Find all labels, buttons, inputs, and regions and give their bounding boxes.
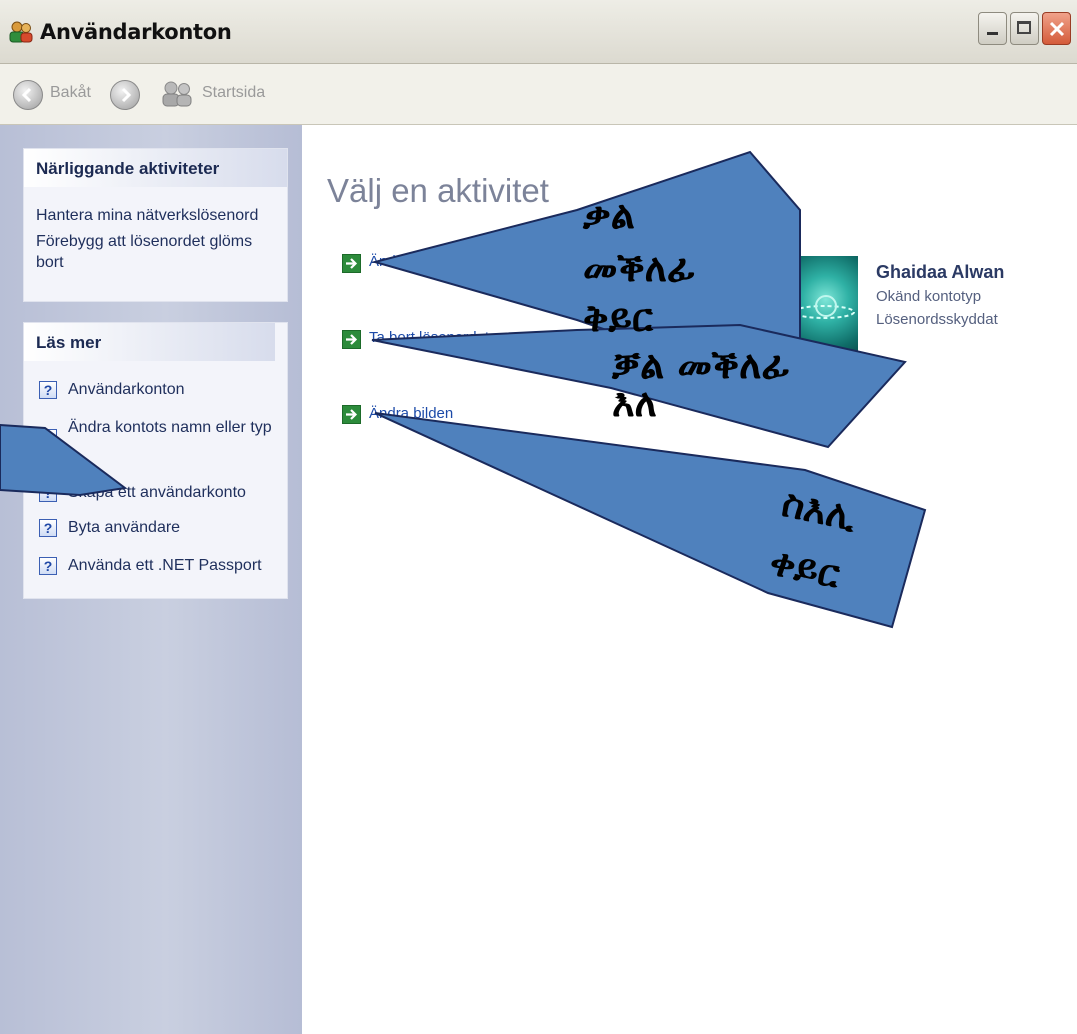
help-item-create-account[interactable]: ? Skapa ett användarkonto [39,482,284,506]
help-icon: ? [39,381,57,399]
users-icon [9,21,33,43]
manage-network-passwords-link[interactable]: Hantera mina nätverkslösenord [36,205,276,226]
help-item-label: Byta användare [68,519,181,536]
close-icon [1049,21,1065,37]
task-arrow-icon[interactable] [342,254,361,273]
minimize-button[interactable] [978,12,1007,45]
task-arrow-icon[interactable] [342,405,361,424]
home-label[interactable]: Startsida [202,84,265,102]
help-icon: ? [39,484,57,502]
back-button[interactable] [13,80,43,110]
back-label[interactable]: Bakåt [50,84,91,102]
help-item-switch-users[interactable]: ? Byta användare [39,517,284,541]
learn-more-panel: Läs mer ? Användarkonton ? Ändra kontots… [23,322,288,599]
related-tasks-panel: Närliggande aktiviteter Hantera mina nät… [23,148,288,302]
forward-arrow-icon [121,87,132,103]
window-title: Användarkonton [40,20,232,44]
learn-more-header: Läs mer [24,323,275,361]
page-title: Välj en aktivitet [327,172,549,209]
callout-1-line-1: ቃል [583,193,635,237]
user-account-type: Okänd kontotyp [876,288,982,305]
back-arrow-icon [21,87,32,103]
user-picture [786,256,858,352]
close-button[interactable] [1042,12,1071,45]
maximize-button[interactable] [1010,12,1039,45]
navigation-toolbar: Bakåt Startsida [0,64,1077,125]
user-password-status: Lösenordsskyddat [876,311,998,328]
help-item-label: Användarkonton [68,381,185,398]
home-users-icon[interactable] [160,80,196,108]
forward-button[interactable] [110,80,140,110]
related-tasks-header: Närliggande aktiviteter [24,149,287,187]
task-arrow-icon[interactable] [342,330,361,349]
help-item-label: Använda ett .NET Passport [68,557,262,574]
help-item-user-accounts[interactable]: ? Användarkonton [39,379,284,403]
help-item-net-passport[interactable]: ? Använda ett .NET Passport [39,555,284,579]
callout-1-line-2: መቕለፊ [583,246,696,290]
title-bar: Användarkonton [0,0,1077,64]
help-icon: ? [39,519,57,537]
user-accounts-window: Användarkonton Bakåt Startsida Närliggan… [0,0,1077,1034]
help-icon: ? [39,557,57,575]
task-remove-password-link[interactable]: Ta bort lösenordet [369,329,489,346]
task-change-picture-link[interactable]: Ändra bilden [369,405,453,422]
help-item-change-account-name[interactable]: ? Ändra kontots namn eller typ [39,417,284,447]
help-item-label: Ändra kontots namn eller typ [68,419,272,436]
task-change-name-link[interactable]: Ändra [369,253,409,270]
user-picture-graphic [793,295,855,319]
callout-2-line-2: እለ [612,381,657,425]
minimize-icon [987,32,998,35]
maximize-icon [1017,21,1031,34]
help-icon: ? [39,429,57,447]
user-name: Ghaidaa Alwan [876,262,1005,282]
forgotten-password-link[interactable]: Förebygg att lösenordet glöms bort [36,231,276,273]
help-item-label: Skapa ett användarkonto [68,484,246,501]
callout-1-line-3: ቅይር [583,296,653,340]
